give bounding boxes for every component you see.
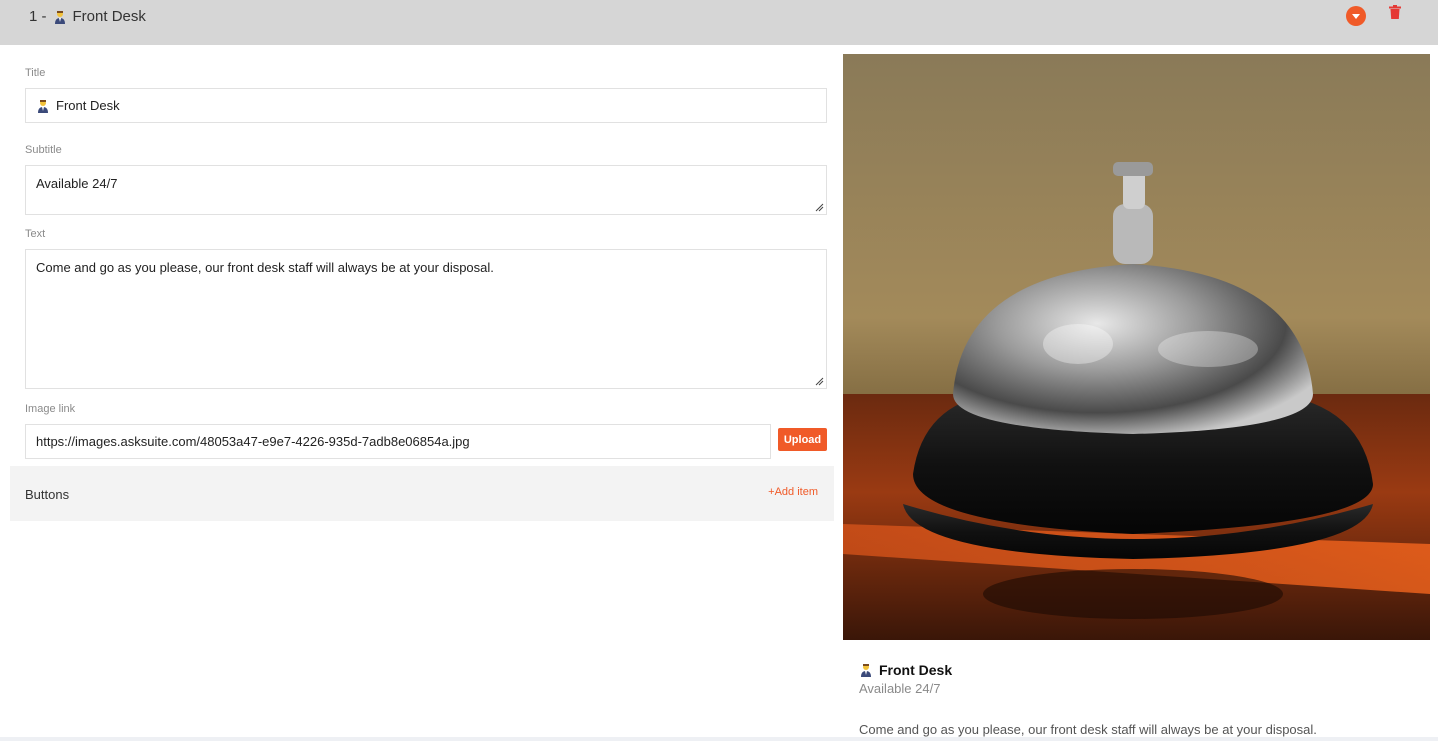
item-header[interactable]: 1 - Front Desk (0, 0, 1438, 45)
preview-image (843, 54, 1430, 640)
office-worker-emoji-icon (53, 10, 67, 24)
trash-icon[interactable] (1389, 5, 1401, 19)
add-item-button[interactable]: +Add item (768, 486, 818, 498)
item-header-title: 1 - Front Desk (29, 8, 146, 25)
preview-title-text: Front Desk (879, 662, 953, 678)
preview-text: Come and go as you please, our front des… (859, 722, 1317, 737)
bottom-divider (0, 737, 1438, 741)
resize-handle-icon[interactable] (815, 377, 824, 386)
title-input-value: Front Desk (56, 98, 120, 113)
text-label: Text (25, 228, 46, 240)
upload-button[interactable]: Upload (778, 428, 827, 451)
text-textarea-value: Come and go as you please, our front des… (36, 260, 494, 275)
subtitle-textarea-value: Available 24/7 (36, 176, 118, 191)
title-input[interactable]: Front Desk (25, 88, 827, 123)
item-header-name: Front Desk (72, 8, 146, 25)
preview-title: Front Desk (859, 662, 952, 678)
subtitle-textarea[interactable]: Available 24/7 (25, 165, 827, 215)
office-worker-emoji-icon (859, 663, 873, 677)
resize-handle-icon[interactable] (815, 203, 824, 212)
preview-subtitle: Available 24/7 (859, 681, 941, 696)
collapse-toggle-icon[interactable] (1346, 6, 1366, 26)
buttons-section: Buttons +Add item (10, 466, 834, 521)
buttons-section-label: Buttons (25, 487, 70, 502)
item-index: 1 - (29, 8, 47, 25)
image-link-label: Image link (25, 403, 76, 415)
office-worker-emoji-icon (36, 99, 50, 113)
title-label: Title (25, 67, 46, 79)
image-link-value: https://images.asksuite.com/48053a47-e9e… (36, 434, 470, 449)
subtitle-label: Subtitle (25, 144, 62, 156)
image-link-input[interactable]: https://images.asksuite.com/48053a47-e9e… (25, 424, 771, 459)
text-textarea[interactable]: Come and go as you please, our front des… (25, 249, 827, 389)
